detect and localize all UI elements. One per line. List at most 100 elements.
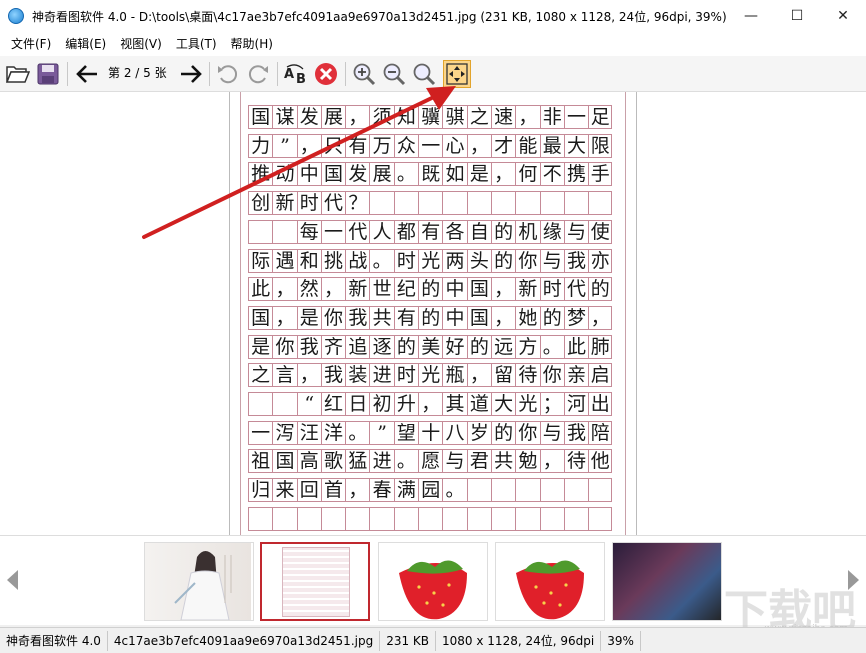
essay-cell: ， [296,133,321,158]
rotate-left-button[interactable] [214,60,242,88]
essay-cell [515,478,540,503]
essay-cell: 洋 [320,420,346,445]
minimize-button[interactable]: — [728,0,774,32]
actual-size-button[interactable] [410,60,438,88]
essay-cell: 缘 [539,219,564,244]
thumb-girl[interactable] [144,542,254,621]
rename-button[interactable]: A B [282,60,310,88]
essay-cell: 共 [490,449,516,474]
essay-cell: ， [272,305,297,330]
paper-margin-line [625,92,626,535]
essay-cell: 中 [442,277,467,302]
essay-cell: 纪 [393,277,419,302]
essay-cell: 肺 [588,334,613,359]
essay-cell: 我 [345,305,370,330]
essay-cell: 望 [393,420,419,445]
essay-cell: 。 [539,334,564,359]
maximize-button[interactable]: ☐ [774,0,820,32]
essay-cell: 你 [515,420,540,445]
essay-row: 创新时代？ [248,191,613,216]
essay-cell [248,506,273,531]
title-bar: 神奇看图软件 4.0 - D:\tools\桌面\4c17ae3b7efc409… [0,0,866,32]
fit-window-button[interactable] [443,60,471,88]
essay-cell: 高 [296,449,321,474]
essay-cell: 你 [272,334,297,359]
thumb-strawberry-2[interactable] [495,542,605,621]
essay-cell: 新 [345,277,370,302]
delete-button[interactable] [312,60,340,88]
essay-cell: 陪 [588,420,613,445]
zoom-in-button[interactable] [350,60,378,88]
essay-cell: “ [296,392,321,416]
strawberry-image-icon [516,560,584,620]
essay-cell: 每 [296,219,321,244]
essay-cell: 头 [466,248,491,273]
fit-window-icon [446,63,468,85]
svg-text:A: A [284,67,294,82]
menu-view[interactable]: 视图(V) [113,32,169,56]
essay-cell [442,191,467,216]
essay-cell [272,506,297,531]
menu-help[interactable]: 帮助(H) [224,32,280,56]
essay-cell: 日 [345,392,370,416]
essay-cell: 是 [466,162,491,187]
essay-cell: 使 [588,219,613,244]
window-controls: — ☐ ✕ [728,0,866,32]
essay-cell: 汪 [296,420,321,445]
essay-cell: 河 [563,392,589,416]
zoom-out-icon [383,63,406,86]
essay-row: 此，然，新世纪的中国，新时代的 [248,277,613,302]
thumb-document[interactable] [260,542,370,621]
rotate-left-icon [218,65,238,84]
essay-cell: ， [490,277,516,302]
essay-cell: 的 [539,305,564,330]
thumb-strawberry-1[interactable] [378,542,488,621]
close-window-button[interactable]: ✕ [820,0,866,32]
menu-tools[interactable]: 工具(T) [169,32,224,56]
essay-cell: ， [296,363,321,388]
essay-cell [418,191,443,216]
essay-cell [539,191,564,216]
rotate-right-icon [248,65,268,84]
essay-cell: 泻 [272,420,297,445]
essay-cell: 方 [515,334,540,359]
zoom-out-button[interactable] [380,60,408,88]
essay-row: 之言，我装进时光瓶，留待你亲启 [248,363,613,388]
next-image-button[interactable] [177,60,205,88]
essay-cell: ， [490,305,516,330]
save-icon [37,63,59,85]
essay-cell: 足 [588,105,613,129]
strip-scroll-left-icon[interactable] [7,570,18,590]
essay-cell [345,506,370,531]
image-viewer[interactable]: 国谋发展，须知骥骐之速，非一足力”，只有万众一心，才能最大限推动中国发展。既如是… [0,92,866,535]
essay-cell: 能 [515,133,540,158]
essay-cell: 如 [442,162,467,187]
essay-cell: 人 [369,219,394,244]
essay-cell: 之 [466,105,491,129]
essay-cell: 与 [442,449,467,474]
zoom-in-icon [353,63,376,86]
rotate-right-button[interactable] [244,60,272,88]
essay-cell: 携 [563,162,589,187]
essay-cell: 只 [320,133,346,158]
essay-cell: 的 [490,219,516,244]
essay-cell: 待 [515,363,540,388]
delete-icon [315,63,337,85]
essay-cell [466,506,491,531]
open-folder-button[interactable] [4,60,32,88]
menu-edit[interactable]: 编辑(E) [58,32,113,56]
previous-image-button[interactable] [73,60,101,88]
thumb-video[interactable] [612,542,722,621]
save-button[interactable] [34,60,62,88]
menu-bar: 文件(F) 编辑(E) 视图(V) 工具(T) 帮助(H) [0,32,866,56]
strawberry-image-icon [399,560,467,620]
essay-row: 推动中国发展。既如是，何不携手 [248,162,613,187]
essay-cell: 国 [272,449,297,474]
essay-cell: 最 [539,133,564,158]
essay-cell: 代 [345,219,370,244]
menu-file[interactable]: 文件(F) [4,32,58,56]
essay-cell: 追 [345,334,370,359]
essay-cell: ” [369,420,394,445]
app-window: 神奇看图软件 4.0 - D:\tools\桌面\4c17ae3b7efc409… [0,0,866,653]
essay-cell [490,191,516,216]
